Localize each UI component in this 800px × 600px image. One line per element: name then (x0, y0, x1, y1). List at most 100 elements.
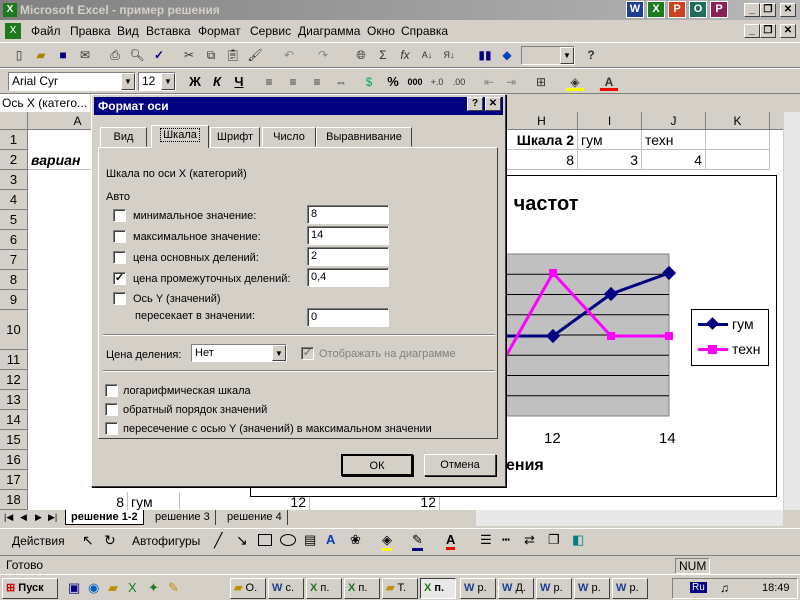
major-value-input[interactable]: 2 (307, 247, 389, 266)
row-header-1[interactable]: 1 (0, 130, 28, 150)
min-value-input[interactable]: 8 (307, 205, 389, 224)
sheet-tab-3[interactable]: решение 3 (150, 510, 216, 525)
tab-scale[interactable]: Шкала (151, 125, 209, 148)
align-center-icon[interactable]: ≡ (284, 73, 302, 91)
row-header-12[interactable]: 12 (0, 370, 28, 390)
start-button[interactable]: ⊞ Пуск (2, 578, 58, 599)
cancel-button[interactable]: Отмена (424, 454, 496, 476)
tab-font[interactable]: Шрифт (210, 127, 260, 147)
preview-icon[interactable]: 🔍︎ (128, 46, 146, 64)
cell-j2[interactable]: 4 (642, 150, 706, 170)
menu-format[interactable]: Формат (198, 24, 241, 38)
underline-button[interactable]: Ч (228, 72, 250, 92)
clipart-icon[interactable]: ❀ (350, 532, 361, 548)
excel-quicklaunch-icon[interactable]: X (647, 1, 665, 18)
col-header-k[interactable]: K (706, 112, 770, 130)
thousands-button[interactable]: 000 (404, 72, 426, 92)
ql-desktop-icon[interactable]: ▣ (68, 580, 80, 596)
row-header-7[interactable]: 7 (0, 250, 28, 270)
zoom-combo[interactable]: ▼ (521, 46, 575, 65)
actions-menu[interactable]: Действия (12, 534, 65, 548)
tab-number[interactable]: Число (262, 127, 316, 147)
taskbar-button-7[interactable]: W Д. (498, 578, 534, 599)
autosum-icon[interactable]: Σ (374, 46, 392, 64)
dialog-help-button[interactable]: ? (467, 97, 483, 111)
taskbar-button-3[interactable]: X п. (344, 578, 380, 599)
col-header-i[interactable]: I (578, 112, 642, 130)
col-header-j[interactable]: J (642, 112, 706, 130)
textbox-icon[interactable]: ▤ (304, 532, 316, 548)
font-size-combo[interactable]: 12 ▼ (138, 72, 176, 91)
wordart-icon[interactable]: A (326, 532, 335, 547)
name-box[interactable]: Ось X (катего... (0, 94, 90, 112)
cell-i1[interactable]: гум (578, 130, 642, 150)
dash-style-icon[interactable]: ┅ (502, 532, 510, 548)
percent-button[interactable]: % (382, 72, 404, 92)
publisher-quicklaunch-icon[interactable]: P (710, 1, 728, 18)
units-select[interactable]: Нет ▼ (191, 344, 287, 362)
line-style-icon[interactable]: ☰ (480, 532, 492, 548)
copy-icon[interactable]: ⧉ (202, 46, 220, 64)
currency-icon[interactable]: $ (360, 73, 378, 91)
menu-tools[interactable]: Сервис (250, 24, 291, 38)
tab-view[interactable]: Вид (100, 127, 147, 147)
redo-icon[interactable]: ↷ (314, 46, 332, 64)
sheet-tab-4[interactable]: решение 4 (222, 510, 288, 525)
arrow-style-icon[interactable]: ⇄ (524, 532, 535, 548)
outlook-quicklaunch-icon[interactable]: O (689, 1, 707, 18)
legend[interactable]: гум техн (691, 309, 769, 366)
ql-excel-icon[interactable]: X (128, 580, 137, 595)
tab-prev-icon[interactable]: ◀ (20, 512, 27, 523)
minor-auto-checkbox[interactable]: ✓ (113, 272, 126, 285)
horizontal-scrollbar[interactable] (476, 510, 783, 526)
menu-insert[interactable]: Вставка (146, 24, 191, 38)
fill-color-draw-icon[interactable]: ◈ (382, 532, 392, 551)
tab-alignment[interactable]: Выравнивание (316, 127, 412, 147)
open-icon[interactable]: ▰ (32, 46, 50, 64)
tab-next-icon[interactable]: ▶ (35, 512, 42, 523)
oval-icon[interactable] (280, 534, 296, 546)
autoshapes-menu[interactable]: Автофигуры (132, 534, 200, 548)
tray-volume-icon[interactable]: ♫ (720, 581, 729, 595)
row-header-3[interactable]: 3 (0, 170, 28, 190)
arrow-icon[interactable]: ↘ (236, 532, 248, 549)
doc-close-button[interactable]: ✕ (780, 24, 796, 38)
decrease-decimal-icon[interactable]: .00 (450, 73, 468, 91)
decrease-indent-icon[interactable]: ⇤ (480, 73, 498, 91)
menu-file[interactable]: Файл (31, 24, 61, 38)
row-header-13[interactable]: 13 (0, 390, 28, 410)
tab-first-icon[interactable]: |◀ (4, 512, 13, 523)
close-button[interactable]: ✕ (780, 3, 796, 17)
italic-button[interactable]: К (206, 72, 228, 92)
cell-row18-value[interactable]: 8 (28, 492, 128, 510)
powerpoint-quicklaunch-icon[interactable]: P (668, 1, 686, 18)
menu-view[interactable]: Вид (117, 24, 139, 38)
taskbar-button-0[interactable]: ▰ О. (230, 578, 266, 599)
max-auto-checkbox[interactable] (113, 230, 126, 243)
align-left-icon[interactable]: ≡ (260, 73, 278, 91)
paste-icon[interactable]: 📋︎ (224, 46, 242, 64)
drawing-icon[interactable]: ◆ (498, 46, 516, 64)
cell-k1[interactable] (706, 130, 770, 150)
font-color-icon[interactable]: A (600, 73, 618, 91)
rotate-icon[interactable]: ↻ (104, 532, 116, 549)
save-icon[interactable]: ■ (54, 46, 72, 64)
row-header-18[interactable]: 18 (0, 490, 28, 510)
menu-help[interactable]: Справка (401, 24, 448, 38)
taskbar-button-9[interactable]: W р. (574, 578, 610, 599)
3d-icon[interactable]: ◧ (572, 532, 584, 548)
ql-explorer-icon[interactable]: ◉ (88, 580, 99, 596)
fill-color-icon[interactable]: ◈ (566, 73, 584, 91)
cell-j1[interactable]: техн (642, 130, 706, 150)
doc-restore-button[interactable]: ❐ (760, 24, 776, 38)
row-header-17[interactable]: 17 (0, 470, 28, 490)
col-header-h[interactable]: H (506, 112, 578, 130)
cell-h2[interactable]: 8 (506, 150, 578, 170)
cross-at-max-checkbox[interactable] (105, 422, 118, 435)
row-header-15[interactable]: 15 (0, 430, 28, 450)
ql-media-icon[interactable]: ✦ (148, 580, 159, 596)
taskbar-button-5[interactable]: X п. (420, 578, 456, 599)
cell-i2[interactable]: 3 (578, 150, 642, 170)
vertical-scrollbar[interactable] (783, 112, 800, 510)
menu-edit[interactable]: Правка (70, 24, 111, 38)
